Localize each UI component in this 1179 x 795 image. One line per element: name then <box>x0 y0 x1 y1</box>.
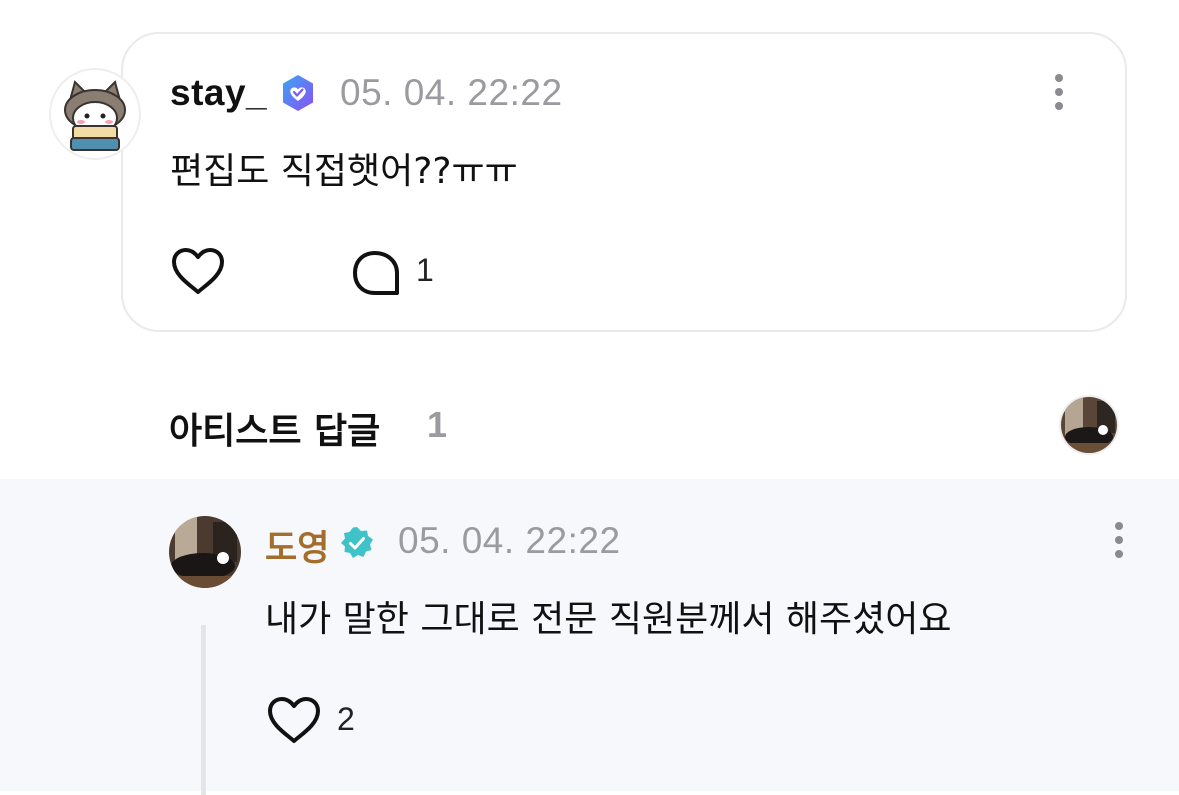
heart-outline-icon[interactable] <box>266 696 322 746</box>
more-vertical-icon[interactable] <box>1109 522 1129 562</box>
reply-count: 1 <box>416 252 434 288</box>
artist-photo <box>169 516 241 588</box>
reply-timestamp: 05. 04. 22:22 <box>398 520 621 561</box>
artist-photo <box>1061 397 1117 453</box>
speech-bubble-icon[interactable] <box>351 249 401 297</box>
avatar-cat-illustration <box>64 80 126 151</box>
artist-replies-count: 1 <box>427 404 448 445</box>
artist-replies-title: 아티스트 답글 <box>169 411 381 452</box>
artist-avatar[interactable] <box>169 516 241 588</box>
thread-connector-line <box>201 625 206 795</box>
artist-username[interactable]: 도영 <box>265 520 329 571</box>
reply-text: 내가 말한 그대로 전문 직원분께서 해주셨어요 <box>265 599 952 640</box>
comment-username[interactable]: stay_ <box>170 72 267 114</box>
like-count: 2 <box>337 701 355 737</box>
user-avatar[interactable] <box>49 68 141 160</box>
heart-outline-icon[interactable] <box>170 247 226 297</box>
comment-text: 편집도 직접햇어??ㅠㅠ <box>170 151 518 192</box>
artist-avatar-thumbnail[interactable] <box>1059 395 1119 455</box>
comment-timestamp: 05. 04. 22:22 <box>340 72 563 113</box>
artist-verified-badge-icon <box>341 527 373 558</box>
fan-verified-badge-icon <box>283 75 313 111</box>
more-vertical-icon[interactable] <box>1049 74 1069 114</box>
